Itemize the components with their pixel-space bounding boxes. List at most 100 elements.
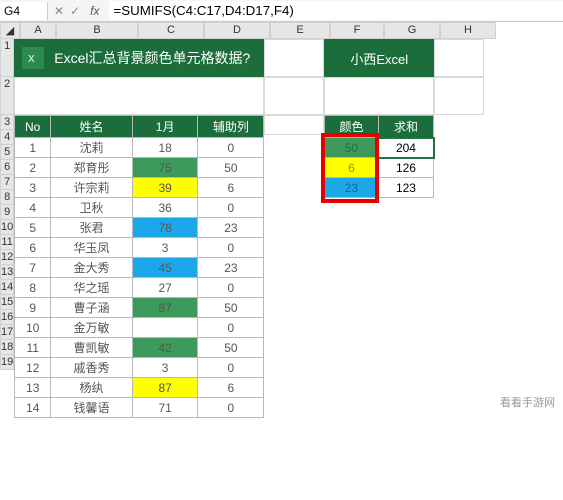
cell-name[interactable]: 郑育彤 [51, 158, 133, 178]
cell-name[interactable]: 华玉凤 [51, 238, 133, 258]
row-header-4[interactable]: 4 [0, 130, 14, 145]
row-header-3[interactable]: 3 [0, 115, 14, 130]
table-row[interactable]: 10 金万敏 0 [15, 318, 264, 338]
row-header-11[interactable]: 11 [0, 235, 14, 250]
table-row[interactable]: 3 许宗莉 39 6 [15, 178, 264, 198]
table-row[interactable]: 14 钱馨语 71 0 [15, 398, 264, 418]
table-row[interactable]: 7 金大秀 45 23 [15, 258, 264, 278]
col-header-D[interactable]: D [204, 22, 270, 39]
cell-H2[interactable] [434, 77, 484, 115]
sum-color-cell[interactable]: 23 [325, 178, 378, 198]
cell-name[interactable]: 华之瑶 [51, 278, 133, 298]
sum-color-cell[interactable]: 6 [325, 158, 378, 178]
row-header-15[interactable]: 15 [0, 295, 14, 310]
cell-value[interactable]: 78 [132, 218, 198, 238]
fx-icon[interactable]: fx [86, 4, 103, 18]
col-header-F[interactable]: F [330, 22, 384, 39]
cell-no[interactable]: 14 [15, 398, 51, 418]
row-header-16[interactable]: 16 [0, 310, 14, 325]
cell-aux[interactable]: 50 [198, 298, 264, 318]
cell-aux[interactable]: 6 [198, 178, 264, 198]
row-header-12[interactable]: 12 [0, 250, 14, 265]
cell-value[interactable]: 3 [132, 358, 198, 378]
table-row[interactable]: 12 戚香秀 3 0 [15, 358, 264, 378]
cell-value[interactable]: 87 [132, 378, 198, 398]
cell-no[interactable]: 10 [15, 318, 51, 338]
row-header-6[interactable]: 6 [0, 160, 14, 175]
sum-row[interactable]: 6 126 [325, 158, 434, 178]
cell-F2G2[interactable] [324, 77, 434, 115]
cell-aux[interactable]: 0 [198, 198, 264, 218]
cell-no[interactable]: 12 [15, 358, 51, 378]
row-header-2[interactable]: 2 [0, 77, 14, 115]
sum-value-cell[interactable]: 204 [378, 138, 434, 158]
cell-name[interactable]: 许宗莉 [51, 178, 133, 198]
sum-row[interactable]: 50 204 [325, 138, 434, 158]
row-header-18[interactable]: 18 [0, 340, 14, 355]
confirm-icon[interactable]: ✓ [70, 4, 80, 18]
row-header-14[interactable]: 14 [0, 280, 14, 295]
table-row[interactable]: 9 曹子涵 87 50 [15, 298, 264, 318]
cell-no[interactable]: 13 [15, 378, 51, 398]
select-all-corner[interactable]: ◢ [0, 22, 20, 39]
col-header-B[interactable]: B [56, 22, 138, 39]
cell-name[interactable]: 张君 [51, 218, 133, 238]
sum-row[interactable]: 23 123 [325, 178, 434, 198]
cell-aux[interactable]: 0 [198, 278, 264, 298]
table-row[interactable]: 8 华之瑶 27 0 [15, 278, 264, 298]
cell-name[interactable]: 曹子涵 [51, 298, 133, 318]
table-row[interactable]: 13 杨纨 87 6 [15, 378, 264, 398]
cell-aux[interactable]: 23 [198, 258, 264, 278]
cell-no[interactable]: 9 [15, 298, 51, 318]
sum-value-cell[interactable]: 126 [378, 158, 434, 178]
cell-aux[interactable]: 0 [198, 238, 264, 258]
cell-name[interactable]: 戚香秀 [51, 358, 133, 378]
cell-name[interactable]: 曹凯敏 [51, 338, 133, 358]
cell-no[interactable]: 5 [15, 218, 51, 238]
table-row[interactable]: 1 沈莉 18 0 [15, 138, 264, 158]
cell-value[interactable]: 36 [132, 198, 198, 218]
row-header-7[interactable]: 7 [0, 175, 14, 190]
cell-aux[interactable]: 50 [198, 338, 264, 358]
cell-no[interactable]: 7 [15, 258, 51, 278]
row-header-10[interactable]: 10 [0, 220, 14, 235]
cell-aux[interactable]: 0 [198, 398, 264, 418]
col-header-E[interactable]: E [270, 22, 330, 39]
cell-value[interactable]: 87 [132, 298, 198, 318]
cell-value[interactable] [132, 318, 198, 338]
cell-value[interactable]: 75 [132, 158, 198, 178]
cell-aux[interactable]: 0 [198, 318, 264, 338]
cell-name[interactable]: 金万敏 [51, 318, 133, 338]
cell-H1[interactable] [434, 39, 484, 77]
cell-A2D2[interactable] [14, 77, 264, 115]
sum-value-cell[interactable]: 123 [378, 178, 434, 198]
row-header-8[interactable]: 8 [0, 190, 14, 205]
col-header-G[interactable]: G [384, 22, 440, 39]
name-box[interactable]: G4 [0, 2, 48, 20]
cell-E1[interactable] [264, 39, 324, 77]
cell-value[interactable]: 42 [132, 338, 198, 358]
cell-name[interactable]: 钱馨语 [51, 398, 133, 418]
cell-aux[interactable]: 50 [198, 158, 264, 178]
row-header-13[interactable]: 13 [0, 265, 14, 280]
cell-value[interactable]: 18 [132, 138, 198, 158]
row-header-17[interactable]: 17 [0, 325, 14, 340]
cell-name[interactable]: 金大秀 [51, 258, 133, 278]
table-row[interactable]: 5 张君 78 23 [15, 218, 264, 238]
cell-aux[interactable]: 6 [198, 378, 264, 398]
cell-no[interactable]: 4 [15, 198, 51, 218]
row-header-5[interactable]: 5 [0, 145, 14, 160]
table-row[interactable]: 11 曹凯敏 42 50 [15, 338, 264, 358]
row-header-19[interactable]: 19 [0, 355, 14, 370]
cell-no[interactable]: 8 [15, 278, 51, 298]
cell-value[interactable]: 39 [132, 178, 198, 198]
cell-no[interactable]: 3 [15, 178, 51, 198]
table-row[interactable]: 2 郑育彤 75 50 [15, 158, 264, 178]
cell-aux[interactable]: 0 [198, 138, 264, 158]
cell-value[interactable]: 3 [132, 238, 198, 258]
col-header-C[interactable]: C [138, 22, 204, 39]
cell-E3[interactable] [264, 115, 324, 135]
table-row[interactable]: 6 华玉凤 3 0 [15, 238, 264, 258]
col-header-H[interactable]: H [440, 22, 496, 39]
cell-no[interactable]: 6 [15, 238, 51, 258]
